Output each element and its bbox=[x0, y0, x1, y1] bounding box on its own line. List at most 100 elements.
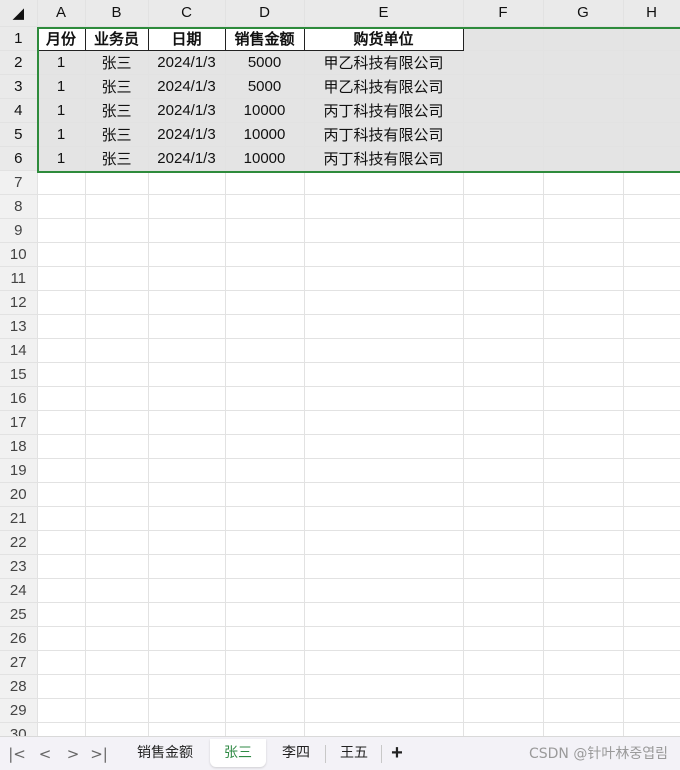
empty-cell[interactable] bbox=[463, 386, 544, 411]
empty-cell[interactable] bbox=[37, 626, 86, 651]
row-header[interactable]: 29 bbox=[0, 698, 38, 723]
empty-cell[interactable] bbox=[85, 386, 149, 411]
empty-cell[interactable] bbox=[623, 698, 680, 723]
empty-cell[interactable] bbox=[85, 506, 149, 531]
empty-cell[interactable] bbox=[85, 458, 149, 483]
empty-cell[interactable] bbox=[543, 410, 624, 435]
empty-cell[interactable] bbox=[463, 362, 544, 387]
empty-cell[interactable] bbox=[623, 50, 680, 75]
column-header-a[interactable]: A bbox=[37, 0, 86, 27]
empty-cell[interactable] bbox=[37, 674, 86, 699]
row-header[interactable]: 16 bbox=[0, 386, 38, 411]
tab-sales-amount[interactable]: 销售金额 bbox=[124, 739, 206, 767]
empty-cell[interactable] bbox=[85, 434, 149, 459]
empty-cell[interactable] bbox=[543, 146, 624, 171]
empty-cell[interactable] bbox=[225, 410, 305, 435]
row-header[interactable]: 5 bbox=[0, 122, 38, 147]
empty-cell[interactable] bbox=[623, 98, 680, 123]
empty-cell[interactable] bbox=[623, 242, 680, 267]
empty-cell[interactable] bbox=[148, 626, 226, 651]
empty-cell[interactable] bbox=[148, 506, 226, 531]
empty-cell[interactable] bbox=[543, 530, 624, 555]
empty-cell[interactable] bbox=[543, 482, 624, 507]
header-cell[interactable]: 销售金额 bbox=[224, 25, 305, 51]
empty-cell[interactable] bbox=[37, 506, 86, 531]
empty-cell[interactable] bbox=[623, 314, 680, 339]
empty-cell[interactable] bbox=[148, 266, 226, 291]
empty-cell[interactable] bbox=[623, 626, 680, 651]
data-cell[interactable]: 2024/1/3 bbox=[148, 146, 226, 171]
row-header[interactable]: 23 bbox=[0, 554, 38, 579]
empty-cell[interactable] bbox=[463, 506, 544, 531]
empty-cell[interactable] bbox=[623, 290, 680, 315]
empty-cell[interactable] bbox=[225, 602, 305, 627]
row-header[interactable]: 27 bbox=[0, 650, 38, 675]
empty-cell[interactable] bbox=[623, 26, 680, 51]
data-cell[interactable]: 1 bbox=[37, 146, 86, 171]
empty-cell[interactable] bbox=[148, 338, 226, 363]
row-header[interactable]: 2 bbox=[0, 50, 38, 75]
empty-cell[interactable] bbox=[85, 218, 149, 243]
next-sheet-nav-icon[interactable]: > bbox=[62, 743, 84, 765]
empty-cell[interactable] bbox=[148, 530, 226, 555]
row-header[interactable]: 20 bbox=[0, 482, 38, 507]
empty-cell[interactable] bbox=[37, 434, 86, 459]
data-cell[interactable]: 2024/1/3 bbox=[148, 122, 226, 147]
last-sheet-nav-icon[interactable]: >| bbox=[88, 743, 110, 765]
empty-cell[interactable] bbox=[37, 554, 86, 579]
empty-cell[interactable] bbox=[543, 338, 624, 363]
column-header-e[interactable]: E bbox=[304, 0, 464, 27]
empty-cell[interactable] bbox=[623, 482, 680, 507]
empty-cell[interactable] bbox=[37, 218, 86, 243]
empty-cell[interactable] bbox=[85, 626, 149, 651]
empty-cell[interactable] bbox=[85, 578, 149, 603]
empty-cell[interactable] bbox=[225, 674, 305, 699]
empty-cell[interactable] bbox=[85, 554, 149, 579]
empty-cell[interactable] bbox=[463, 122, 544, 147]
data-cell[interactable]: 甲乙科技有限公司 bbox=[304, 50, 464, 75]
empty-cell[interactable] bbox=[463, 722, 544, 736]
data-cell[interactable]: 10000 bbox=[225, 98, 305, 123]
empty-cell[interactable] bbox=[37, 290, 86, 315]
empty-cell[interactable] bbox=[623, 410, 680, 435]
row-header[interactable]: 24 bbox=[0, 578, 38, 603]
empty-cell[interactable] bbox=[85, 722, 149, 736]
empty-cell[interactable] bbox=[543, 698, 624, 723]
empty-cell[interactable] bbox=[225, 386, 305, 411]
empty-cell[interactable] bbox=[85, 482, 149, 507]
empty-cell[interactable] bbox=[543, 602, 624, 627]
select-all-corner[interactable]: ◢ bbox=[0, 0, 38, 27]
empty-cell[interactable] bbox=[623, 650, 680, 675]
column-header-g[interactable]: G bbox=[543, 0, 624, 27]
prev-sheet-nav-icon[interactable]: < bbox=[34, 743, 56, 765]
empty-cell[interactable] bbox=[37, 722, 86, 736]
empty-cell[interactable] bbox=[37, 578, 86, 603]
row-header[interactable]: 6 bbox=[0, 146, 38, 171]
empty-cell[interactable] bbox=[148, 722, 226, 736]
empty-cell[interactable] bbox=[37, 458, 86, 483]
data-cell[interactable]: 2024/1/3 bbox=[148, 50, 226, 75]
empty-cell[interactable] bbox=[148, 482, 226, 507]
empty-cell[interactable] bbox=[543, 434, 624, 459]
tab-zhangsan[interactable]: 张三 bbox=[210, 739, 266, 767]
empty-cell[interactable] bbox=[148, 434, 226, 459]
empty-cell[interactable] bbox=[85, 170, 149, 195]
column-header-f[interactable]: F bbox=[463, 0, 544, 27]
empty-cell[interactable] bbox=[623, 458, 680, 483]
empty-cell[interactable] bbox=[463, 410, 544, 435]
data-cell[interactable]: 5000 bbox=[225, 50, 305, 75]
empty-cell[interactable] bbox=[225, 578, 305, 603]
empty-cell[interactable] bbox=[463, 218, 544, 243]
empty-cell[interactable] bbox=[623, 218, 680, 243]
empty-cell[interactable] bbox=[543, 578, 624, 603]
empty-cell[interactable] bbox=[85, 266, 149, 291]
empty-cell[interactable] bbox=[225, 194, 305, 219]
empty-cell[interactable] bbox=[304, 554, 464, 579]
row-header[interactable]: 12 bbox=[0, 290, 38, 315]
data-cell[interactable]: 1 bbox=[37, 122, 86, 147]
empty-cell[interactable] bbox=[85, 650, 149, 675]
empty-cell[interactable] bbox=[463, 458, 544, 483]
empty-cell[interactable] bbox=[37, 530, 86, 555]
empty-cell[interactable] bbox=[304, 242, 464, 267]
empty-cell[interactable] bbox=[463, 338, 544, 363]
